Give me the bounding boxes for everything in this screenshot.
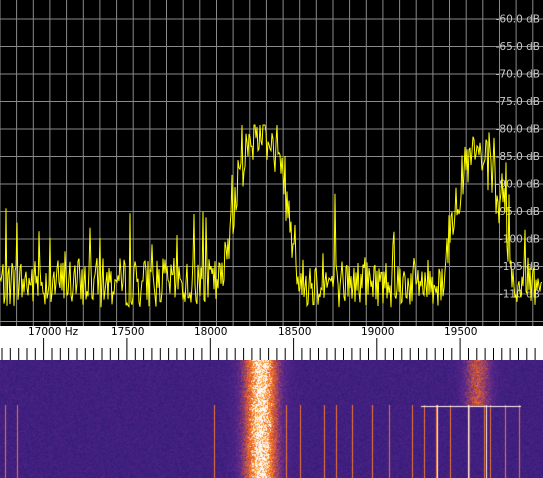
db-label: -95.0 dB [496,206,540,218]
waterfall-display[interactable] [0,360,543,478]
db-label: -70.0 dB [496,69,540,81]
db-label: -80.0 dB [496,124,540,136]
db-label: -65.0 dB [496,41,540,53]
db-label: -85.0 dB [496,151,540,163]
spectrum-plot[interactable]: -60.0 dB -65.0 dB -70.0 dB -75.0 dB -80.0 dB… [0,0,543,326]
freq-label-18000: 18000 [194,326,227,338]
freq-label-17500: 17500 [111,326,144,338]
freq-label-19000: 19000 [361,326,394,338]
frequency-axis[interactable]: 17000 Hz 17500 18000 18500 19000 19500 [0,326,543,360]
db-label: -75.0 dB [496,96,540,108]
freq-label-17000: 17000 Hz [28,326,79,338]
freq-label-19500: 19500 [444,326,477,338]
db-label: -100 dB [499,234,540,246]
db-label: -60.0 dB [496,14,540,26]
freq-label-18500: 18500 [278,326,311,338]
